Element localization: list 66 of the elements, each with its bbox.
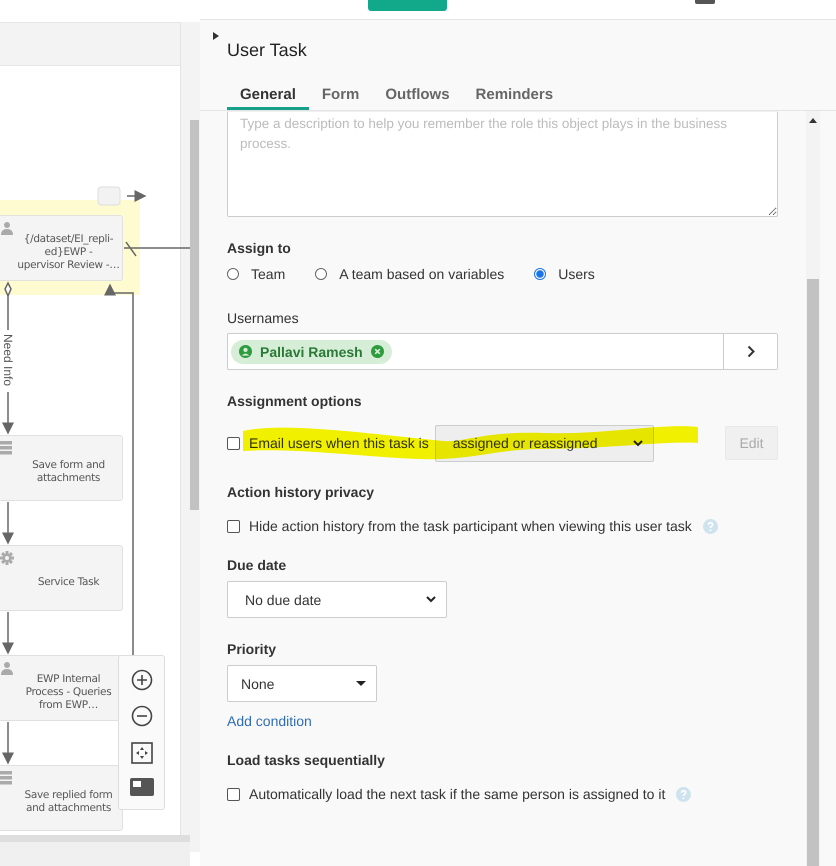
section-label: Assign to — [227, 240, 292, 256]
connector-arrow[interactable] — [2, 502, 14, 544]
person-icon — [0, 661, 14, 675]
minimap-icon[interactable] — [130, 778, 154, 796]
caret-down-icon — [356, 681, 366, 686]
priority-dropdown[interactable]: None — [227, 665, 377, 702]
node-label: EWP Internal Process - Queries from EWP… — [26, 672, 112, 712]
connector-arrow[interactable] — [2, 281, 14, 434]
tab[interactable]: Outflows — [372, 86, 463, 110]
tab[interactable]: Form — [308, 86, 372, 110]
user-chip[interactable]: Pallavi Ramesh — [231, 340, 392, 364]
checkbox-label: Email users when this task is — [249, 435, 429, 451]
checkbox-label: Automatically load the next task if the same person is assigned to it — [249, 786, 666, 802]
scroll-up-icon[interactable] — [809, 118, 817, 123]
caret-icon[interactable] — [213, 32, 219, 40]
radio-button[interactable] — [315, 268, 328, 280]
scrollbar-thumb[interactable] — [807, 279, 819, 866]
node-label: Save replied form and attachments — [24, 788, 112, 815]
radio-label: A team based on variables — [339, 266, 504, 282]
remove-icon[interactable] — [370, 345, 384, 358]
section-label: Priority — [227, 641, 278, 657]
description-field[interactable]: Type a description to help you remember the role this object plays in the business process. — [227, 111, 778, 217]
radio-label: Team — [251, 266, 286, 282]
edge-label: Need Info — [1, 334, 15, 386]
section-label: Load tasks sequentially — [227, 752, 386, 768]
section-label: Due date — [227, 557, 288, 573]
gear-icon — [0, 551, 14, 565]
task-node[interactable]: Save replied form and attachments — [0, 765, 123, 831]
radio-button[interactable] — [227, 268, 239, 280]
connector-arrow[interactable] — [104, 284, 134, 655]
node-label: Save form and attachments — [32, 458, 105, 485]
node-label: Service Task — [38, 574, 100, 588]
checkbox[interactable] — [227, 520, 240, 532]
connector-line[interactable] — [124, 242, 190, 256]
add-condition-link[interactable]: Add condition — [227, 713, 312, 729]
zoom-out-icon[interactable] — [130, 705, 152, 728]
list-icon — [0, 441, 12, 455]
checkbox[interactable] — [227, 436, 240, 450]
arrow-icon[interactable] — [127, 190, 146, 202]
list-icon — [0, 771, 12, 785]
scrollbar-thumb[interactable] — [190, 120, 199, 510]
tab[interactable]: Reminders — [462, 86, 566, 110]
connector-arrow[interactable] — [2, 612, 14, 654]
checkbox-label: Hide action history from the task participant when viewing this user task — [249, 518, 692, 534]
task-node[interactable]: Save form and attachments — [0, 435, 123, 501]
chevron-down-icon — [426, 596, 436, 603]
task-node[interactable]: {/dataset/EI_repli- ed}EWP - upervisor Review -… — [0, 215, 123, 281]
due-date-dropdown[interactable]: No due date — [227, 581, 447, 618]
user-icon — [239, 345, 252, 358]
node-label: {/dataset/EI_repli- ed}EWP - upervisor Review -… — [17, 232, 120, 272]
panel-title: User Task — [227, 40, 308, 61]
scrollbar-track[interactable] — [0, 835, 190, 866]
radio-button[interactable] — [534, 268, 546, 280]
task-node[interactable]: Service Task — [0, 545, 123, 611]
section-label: Assignment options — [227, 393, 363, 409]
checkbox[interactable] — [227, 788, 240, 800]
fit-view-icon[interactable] — [130, 742, 152, 764]
scrollbar-track[interactable] — [806, 111, 820, 866]
radio-label: Users — [558, 266, 595, 282]
connector-arrow[interactable] — [2, 722, 14, 764]
usernames-field[interactable]: Pallavi Ramesh — [227, 333, 778, 370]
section-label: Action history privacy — [227, 484, 376, 500]
person-icon — [0, 221, 14, 235]
chevron-right-icon — [746, 345, 754, 358]
zoom-in-icon[interactable] — [130, 669, 152, 692]
field-label: Usernames — [227, 310, 300, 326]
